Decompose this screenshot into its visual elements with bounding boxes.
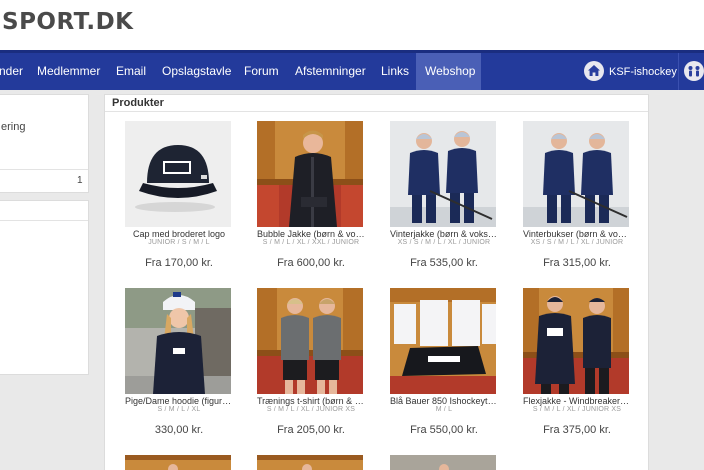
product-name[interactable]: Blå Bauer 850 Ishockeytaske <box>390 396 498 406</box>
product-card-hoodie[interactable]: Pige/Dame hoodie (figursyet) S / M / L /… <box>125 288 247 453</box>
product-card-cap[interactable]: Cap med broderet logo JUNIOR / S / M / L… <box>125 121 247 286</box>
people-icon[interactable] <box>684 61 704 81</box>
product-sizes: S / M / L / XL / JUNIOR XS <box>532 406 622 413</box>
home-icon <box>584 61 604 82</box>
product-sizes: XS / S / M / L / XL / JUNIOR <box>530 239 624 246</box>
products-panel: Produkter Cap med broderet logo JUNIOR /… <box>104 94 649 470</box>
product-image[interactable] <box>390 288 496 394</box>
site-logo[interactable]: SPORT.DK <box>2 9 134 35</box>
product-image[interactable] <box>523 121 629 227</box>
product-image-partial[interactable] <box>125 455 231 470</box>
nav-item-email[interactable]: Email <box>116 53 146 90</box>
product-image[interactable] <box>125 121 231 227</box>
nav-item-kalender[interactable]: nder <box>0 53 23 90</box>
divider <box>0 220 88 221</box>
product-name[interactable]: Vinterbukser (børn & voksne) <box>523 229 631 239</box>
nav-item-afstemninger[interactable]: Afstemninger <box>295 53 366 90</box>
divider <box>105 111 648 112</box>
product-card-traenings-tshirt[interactable]: Trænings t-shirt (børn & voksne) S / M /… <box>257 288 379 453</box>
product-sizes: JUNIOR / S / M / L <box>148 239 210 246</box>
product-image[interactable] <box>523 288 629 394</box>
product-sizes: S / M / L / XL <box>157 406 201 413</box>
product-name[interactable]: Pige/Dame hoodie (figursyet) <box>125 396 233 406</box>
nav-item-forum[interactable]: Forum <box>244 53 279 90</box>
product-card-flexjakke[interactable]: Flexjakke - Windbreaker (børn) S / M / L… <box>523 288 645 453</box>
product-sizes: S / M / L / XL / JUNIOR XS <box>266 406 356 413</box>
product-name[interactable]: Trænings t-shirt (børn & voksne) <box>257 396 365 406</box>
nav-divider <box>678 53 679 90</box>
product-name[interactable]: Vinterjakke (børn & voksne) <box>390 229 498 239</box>
product-price: 330,00 kr. <box>154 424 204 436</box>
nav-item-links[interactable]: Links <box>381 53 409 90</box>
sidebar-panel-secondary <box>0 200 89 375</box>
sidebar-count: 1 <box>77 175 83 186</box>
nav-item-medlemmer[interactable]: Medlemmer <box>37 53 100 90</box>
product-price: Fra 315,00 kr. <box>543 257 611 269</box>
product-card-vinterbukser[interactable]: Vinterbukser (børn & voksne) XS / S / M … <box>523 121 645 286</box>
product-card-vinterjakke[interactable]: Vinterjakke (børn & voksne) XS / S / M /… <box>390 121 512 286</box>
product-name[interactable]: Flexjakke - Windbreaker (børn) <box>523 396 631 406</box>
nav-item-opslagstavle[interactable]: Opslagstavle <box>162 53 231 90</box>
product-price: Fra 550,00 kr. <box>410 424 478 436</box>
divider <box>0 169 88 170</box>
product-sizes: S / M / L / XL / XXL / JUNIOR <box>262 239 360 246</box>
main-nav: nder Medlemmer Email Opslagstavle Forum … <box>0 50 704 90</box>
product-image[interactable] <box>257 288 363 394</box>
product-price: Fra 205,00 kr. <box>277 424 345 436</box>
product-price: Fra 375,00 kr. <box>543 424 611 436</box>
product-name[interactable]: Bubble Jakke (børn & voksne) <box>257 229 365 239</box>
product-card-bubble-jakke[interactable]: Bubble Jakke (børn & voksne) S / M / L /… <box>257 121 379 286</box>
nav-item-webshop[interactable]: Webshop <box>416 53 481 90</box>
product-image[interactable] <box>125 288 231 394</box>
club-name: KSF-ishockey <box>609 66 677 78</box>
product-image[interactable] <box>257 121 363 227</box>
product-image-partial[interactable] <box>257 455 363 470</box>
product-sizes: M / L <box>435 406 453 413</box>
product-card-bauer-taske[interactable]: Blå Bauer 850 Ishockeytaske M / L Fra 55… <box>390 288 512 453</box>
product-price: Fra 600,00 kr. <box>277 257 345 269</box>
product-image[interactable] <box>390 121 496 227</box>
product-image-partial[interactable] <box>390 455 496 470</box>
sidebar-panel-info: ering 1 <box>0 94 89 193</box>
product-price: Fra 170,00 kr. <box>145 257 213 269</box>
product-name[interactable]: Cap med broderet logo <box>125 229 233 239</box>
top-header: SPORT.DK <box>0 0 704 50</box>
product-price: Fra 535,00 kr. <box>410 257 478 269</box>
club-selector[interactable]: KSF-ishockey ⌄ <box>584 59 690 85</box>
sidebar-text: ering <box>1 121 26 133</box>
page-title: Produkter <box>112 97 164 109</box>
product-sizes: XS / S / M / L / XL / JUNIOR <box>397 239 491 246</box>
